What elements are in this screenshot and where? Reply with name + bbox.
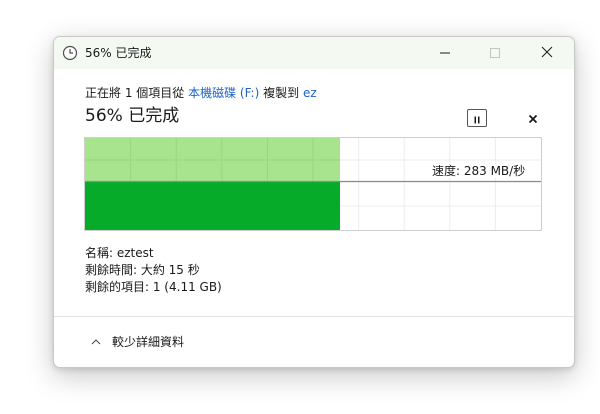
transfer-description: 正在將 1 個項目從 本機磁碟 (F:) 複製到 ez — [85, 85, 317, 101]
toggle-label: 較少詳細資料 — [112, 335, 185, 349]
cancel-button[interactable] — [524, 109, 542, 127]
speed-graph — [84, 137, 542, 231]
pause-button[interactable] — [467, 109, 487, 127]
divider — [54, 316, 574, 317]
copy-progress-dialog: 56% 已完成 正在將 1 個項目從 本機磁碟 (F:) 複製到 ez 56% … — [53, 36, 575, 368]
destination-link[interactable]: ez — [303, 86, 317, 100]
close-button[interactable] — [524, 37, 570, 69]
clock-icon — [62, 45, 78, 61]
minimize-button[interactable] — [422, 37, 468, 69]
close-icon — [540, 44, 554, 63]
percent-complete: 56% 已完成 — [85, 106, 180, 126]
speed-label: 速度: 283 MB/秒 — [430, 164, 528, 178]
source-link[interactable]: 本機磁碟 (F:) — [188, 86, 259, 100]
time-remaining: 剩餘時間: 大約 15 秒 — [85, 263, 200, 277]
chevron-up-icon — [90, 336, 102, 348]
file-name: 名稱: eztest — [85, 246, 154, 260]
transfer-middle: 複製到 — [259, 86, 303, 100]
title-bar[interactable]: 56% 已完成 — [54, 37, 574, 69]
maximize-button — [472, 37, 518, 69]
minimize-icon — [439, 44, 451, 63]
window-title: 56% 已完成 — [85, 46, 152, 60]
progress-bar-fill — [85, 182, 340, 230]
maximize-icon — [489, 44, 501, 63]
fewer-details-toggle[interactable]: 較少詳細資料 — [90, 334, 184, 350]
cancel-icon — [528, 109, 538, 128]
transfer-prefix: 正在將 1 個項目從 — [85, 86, 189, 100]
pause-icon — [473, 109, 481, 128]
items-remaining: 剩餘的項目: 1 (4.11 GB) — [85, 280, 222, 294]
